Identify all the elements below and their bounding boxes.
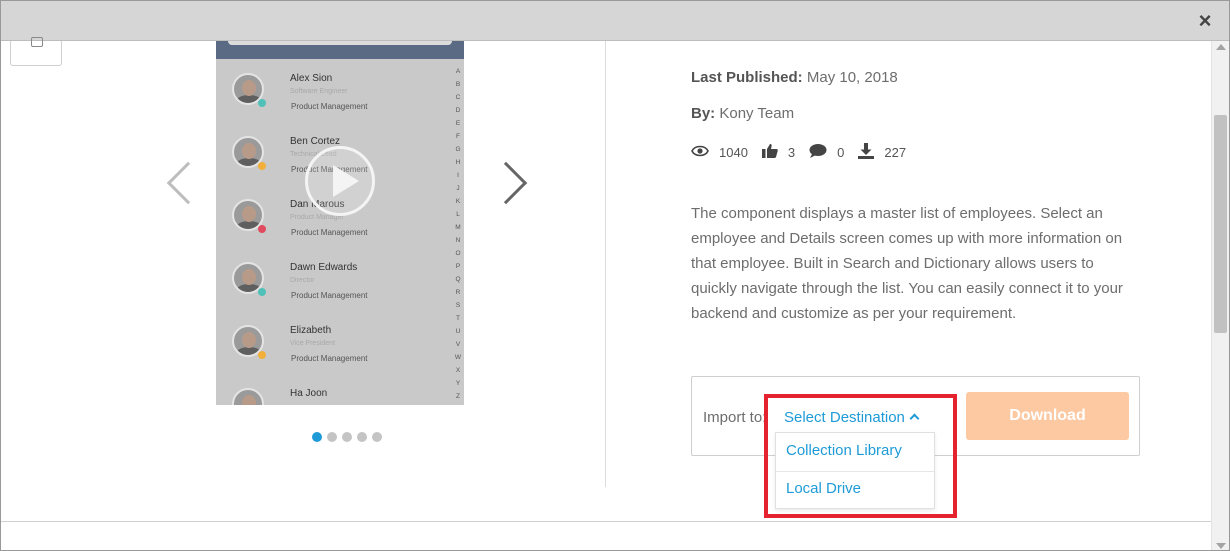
component-detail-modal: × Alex Sion Software Engineer Product Mana… bbox=[0, 0, 1230, 551]
status-dot bbox=[258, 99, 266, 107]
alphabet-letter: Y bbox=[455, 380, 461, 387]
highlight-box bbox=[764, 394, 957, 518]
scroll-down-icon[interactable] bbox=[1216, 543, 1226, 549]
contact-department: Product Management bbox=[291, 228, 368, 237]
contact-name: Ha Joon bbox=[290, 388, 328, 399]
contact-department: Product Management bbox=[291, 102, 368, 111]
likes-count: 3 bbox=[787, 144, 796, 160]
avatar-face bbox=[242, 206, 256, 222]
comment-icon bbox=[809, 143, 827, 161]
contact-department: Product Management bbox=[291, 354, 368, 363]
contact-name: Dawn Edwards bbox=[290, 262, 358, 273]
preview-screenshot: Alex Sion Software Engineer Product Manage… bbox=[216, 41, 464, 405]
import-label: Import to: bbox=[703, 409, 767, 426]
carousel-dot[interactable] bbox=[327, 432, 337, 442]
contact-name: Elizabeth bbox=[290, 325, 332, 336]
stats-row: 1040 3 0 227 bbox=[691, 142, 920, 162]
alphabet-letter: I bbox=[457, 172, 459, 179]
alphabet-letter: X bbox=[455, 367, 461, 374]
preview-header-bar bbox=[216, 41, 464, 59]
last-published-label: Last Published: bbox=[691, 69, 803, 86]
status-dot bbox=[258, 288, 266, 296]
avatar-face bbox=[242, 143, 256, 159]
alphabet-letter: F bbox=[456, 133, 460, 140]
alphabet-letter: B bbox=[455, 81, 461, 88]
download-button[interactable]: Download bbox=[966, 392, 1129, 440]
alphabet-letter: G bbox=[455, 146, 461, 153]
alphabet-letter: C bbox=[455, 94, 461, 101]
views-count: 1040 bbox=[719, 144, 748, 160]
contact-department: Product Management bbox=[291, 291, 368, 300]
carousel-dot[interactable] bbox=[342, 432, 352, 442]
contact-name: Ben Cortez bbox=[290, 136, 341, 147]
alphabet-letter: M bbox=[455, 224, 461, 231]
play-video-button[interactable] bbox=[305, 146, 375, 216]
status-dot bbox=[258, 225, 266, 233]
preview-search-bar bbox=[228, 41, 452, 45]
play-icon bbox=[333, 165, 359, 197]
alphabet-letter: Z bbox=[456, 393, 460, 400]
author: By: Kony Team bbox=[691, 105, 794, 122]
contact-row: Dawn Edwards Director Product Management bbox=[216, 262, 454, 324]
contact-row: Elizabeth Vice President Product Managemen… bbox=[216, 325, 454, 387]
contact-name: Alex Sion bbox=[290, 73, 333, 84]
avatar-face bbox=[242, 80, 256, 96]
image-icon bbox=[31, 37, 43, 47]
alphabet-letter: K bbox=[455, 198, 461, 205]
avatar-face bbox=[242, 395, 256, 405]
avatar bbox=[232, 388, 264, 405]
column-divider bbox=[605, 41, 606, 487]
footer-divider bbox=[1, 521, 1211, 522]
status-dot bbox=[258, 351, 266, 359]
last-published: Last Published: May 10, 2018 bbox=[691, 69, 898, 86]
eye-icon bbox=[691, 145, 709, 160]
alphabet-letter: D bbox=[455, 107, 461, 114]
alphabet-letter: H bbox=[455, 159, 461, 166]
carousel-dot[interactable] bbox=[372, 432, 382, 442]
alphabet-letter: U bbox=[455, 328, 461, 335]
contact-row: Ha Joon bbox=[216, 388, 454, 405]
status-dot bbox=[258, 162, 266, 170]
downloads-count: 227 bbox=[884, 144, 907, 160]
modal-header: × bbox=[1, 1, 1229, 41]
alphabet-letter: O bbox=[455, 250, 461, 257]
alphabet-letter: N bbox=[455, 237, 461, 244]
alphabet-letter: W bbox=[454, 354, 462, 361]
contact-role: Director bbox=[290, 277, 315, 284]
download-icon bbox=[858, 142, 875, 162]
scroll-thumb[interactable] bbox=[1214, 115, 1227, 333]
thumbnail-button[interactable] bbox=[10, 37, 62, 66]
alphabet-letter: L bbox=[456, 211, 460, 218]
alphabet-letter: A bbox=[455, 68, 461, 75]
avatar-face bbox=[242, 269, 256, 285]
scrollbar[interactable] bbox=[1211, 41, 1229, 550]
alphabet-letter: R bbox=[455, 289, 461, 296]
author-value: Kony Team bbox=[719, 105, 795, 122]
author-label: By: bbox=[691, 105, 716, 122]
carousel-dot[interactable] bbox=[312, 432, 322, 442]
alphabet-letter: S bbox=[455, 302, 461, 309]
alphabet-letter: J bbox=[456, 185, 460, 192]
alphabet-letter: P bbox=[455, 263, 461, 270]
comments-count: 0 bbox=[837, 144, 845, 160]
component-description: The component displays a master list of … bbox=[691, 205, 1123, 322]
last-published-value: May 10, 2018 bbox=[806, 69, 898, 86]
alphabet-letter: Q bbox=[455, 276, 461, 283]
thumbs-up-icon bbox=[761, 143, 778, 161]
contact-row: Alex Sion Software Engineer Product Manage… bbox=[216, 73, 454, 135]
contact-role: Vice President bbox=[290, 340, 336, 347]
carousel-dots bbox=[312, 432, 382, 442]
avatar-face bbox=[242, 332, 256, 348]
contact-role: Software Engineer bbox=[290, 88, 348, 95]
carousel-dot[interactable] bbox=[357, 432, 367, 442]
alphabet-index: ABCDEFGHIJKLMNOPQRSTUVWXYZ bbox=[454, 65, 462, 403]
alphabet-letter: E bbox=[455, 120, 461, 127]
alphabet-letter: V bbox=[455, 341, 461, 348]
scroll-up-icon[interactable] bbox=[1216, 44, 1226, 50]
close-button[interactable]: × bbox=[1195, 10, 1215, 32]
alphabet-letter: T bbox=[456, 315, 460, 322]
